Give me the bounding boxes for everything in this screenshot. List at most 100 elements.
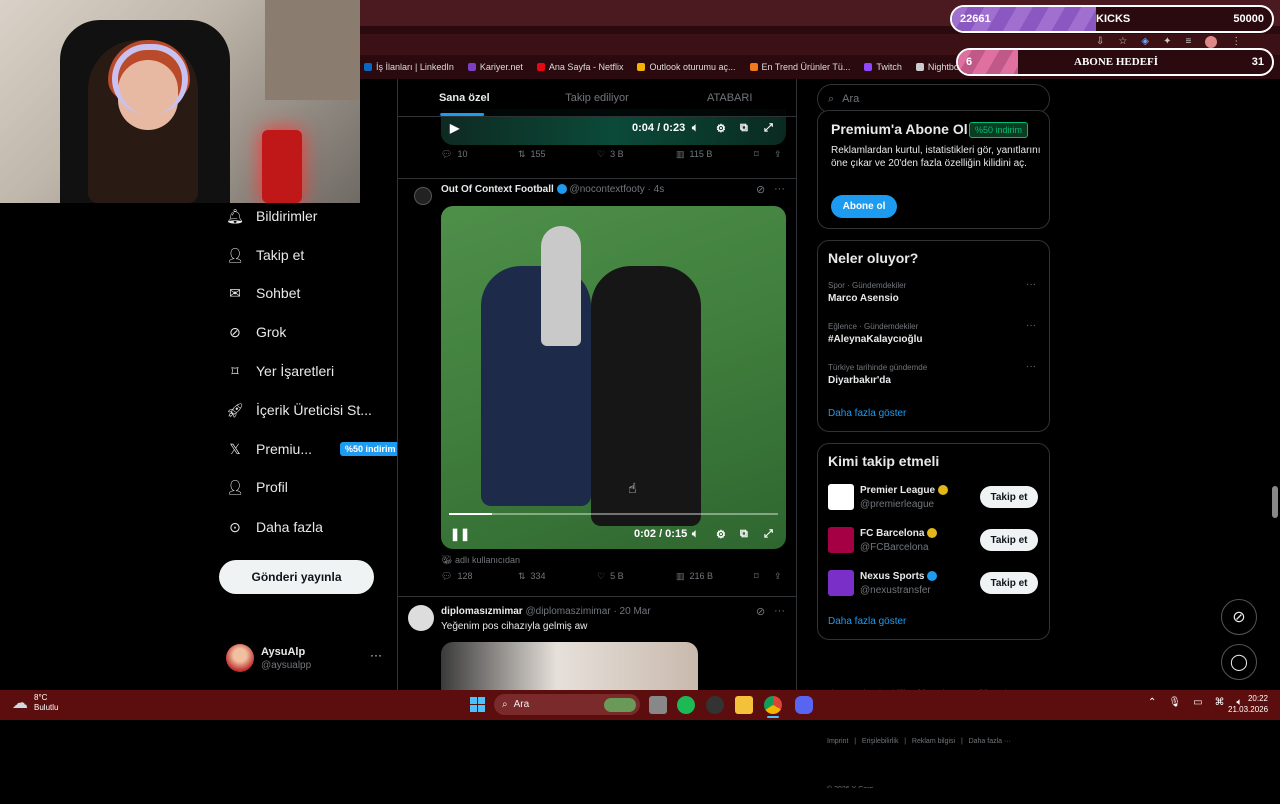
bookmark-item[interactable]: İş İlanları | LinkedIn	[364, 62, 454, 72]
settings-icon[interactable]: ⚙	[716, 122, 726, 135]
account-name[interactable]: Premier League	[860, 485, 935, 496]
settings-icon[interactable]: ⚙	[716, 528, 726, 541]
fullscreen-icon[interactable]: ⤢	[764, 528, 773, 541]
network-icon[interactable]: ⌘	[1215, 697, 1225, 708]
scrollbar-thumb[interactable]	[1272, 486, 1278, 518]
views-button[interactable]: ▥ 216 B	[676, 571, 713, 582]
repost-button[interactable]: ⇅ 155	[518, 149, 546, 160]
kebab-menu-icon[interactable]: ⋮	[1231, 36, 1241, 48]
tab-atabari[interactable]: ATABARI	[663, 79, 796, 116]
extension-icon[interactable]: ◈	[1141, 36, 1149, 48]
bookmark-item[interactable]: Ana Sayfa - Netflix	[536, 62, 623, 72]
messages-fab[interactable]: ◯	[1221, 644, 1257, 680]
sidebar-item-x-logo[interactable]: 𝕏 Premiu... %50 indirim	[226, 440, 401, 458]
bookmark-item[interactable]: Twitch	[864, 62, 902, 72]
trend-item[interactable]: Marco Asensio	[828, 293, 899, 304]
popout-icon[interactable]: ⧉	[740, 122, 748, 135]
more-dots-icon[interactable]: ···	[774, 605, 785, 617]
follow-button[interactable]: Takip et	[980, 486, 1038, 508]
bookmark-item[interactable]: Outlook oturumu aç...	[637, 62, 736, 72]
account-name[interactable]: Nexus Sports	[860, 571, 924, 582]
like-button[interactable]: ♡ 3 B	[597, 149, 624, 160]
avatar[interactable]	[828, 484, 854, 510]
more-dots-icon[interactable]: ···	[1026, 279, 1036, 290]
post-2-avatar[interactable]	[414, 187, 432, 205]
trends-show-more[interactable]: Daha fazla göster	[828, 408, 906, 419]
video-progress-track[interactable]	[449, 513, 778, 515]
footer-line-2[interactable]: Imprint | Erişilebilirlik | Reklam bilgi…	[827, 734, 1011, 750]
more-dots-icon[interactable]: ···	[1026, 361, 1036, 372]
subscribe-button[interactable]: Abone ol	[831, 195, 897, 218]
more-dots-icon[interactable]: ···	[774, 183, 785, 195]
grok-icon[interactable]: ⊘	[756, 183, 765, 196]
weather-widget[interactable]: ☁ 8°C Bulutlu	[12, 693, 58, 713]
obs-icon[interactable]	[706, 696, 724, 714]
like-button[interactable]: ♡ 5 B	[597, 571, 624, 582]
play-icon[interactable]: ▶	[450, 121, 459, 135]
start-icon[interactable]	[470, 697, 485, 712]
fullscreen-icon[interactable]: ⤢	[764, 122, 773, 135]
follow-button[interactable]: Takip et	[980, 529, 1038, 551]
sidebar-item-rocket[interactable]: 🚀︎ İçerik Üreticisi St...	[226, 401, 372, 419]
sidebar-item-person-plus[interactable]: 👤︎ Takip et	[226, 246, 304, 264]
task-view-icon[interactable]	[649, 696, 667, 714]
display-icon[interactable]: ▭	[1193, 697, 1202, 708]
discord-icon[interactable]	[795, 696, 813, 714]
sidebar-item-mail[interactable]: ✉ Sohbet	[226, 284, 300, 302]
sidebar-item-grok[interactable]: ⊘ Grok	[226, 323, 286, 341]
sidebar-item-person[interactable]: 👤︎ Profil	[226, 478, 288, 496]
volume-icon[interactable]: 🔈︎	[692, 528, 699, 541]
sidebar-item-bookmark[interactable]: ⌑ Yer İşaretleri	[226, 362, 334, 380]
follow-button[interactable]: Takip et	[980, 572, 1038, 594]
who-show-more[interactable]: Daha fazla göster	[828, 616, 906, 627]
post-3-author[interactable]: diplomasızmimar	[441, 606, 523, 617]
account-name[interactable]: FC Barcelona	[860, 528, 924, 539]
popout-icon[interactable]: ⧉	[740, 528, 748, 541]
chrome-icon[interactable]	[764, 696, 782, 714]
views-button[interactable]: ▥ 115 B	[676, 149, 712, 160]
bookmark-icon[interactable]: ⌑	[754, 571, 759, 582]
spotify-icon[interactable]	[677, 696, 695, 714]
sidebar-item-more-circle[interactable]: ⊙ Daha fazla	[226, 518, 323, 536]
post-button[interactable]: Gönderi yayınla	[219, 560, 374, 594]
post-3-handle[interactable]: @diplomaszimimar	[525, 606, 610, 617]
post-3-image[interactable]	[441, 642, 698, 690]
grok-fab[interactable]: ⊘	[1221, 599, 1257, 635]
taskbar-search[interactable]: ⌕ Ara	[494, 694, 640, 715]
microphone-icon[interactable]: 🎙︎	[1168, 697, 1181, 708]
trend-item[interactable]: #AleynaKalaycıoğlu	[828, 334, 922, 345]
bookmark-item[interactable]: En Trend Ürünler Tü...	[749, 62, 850, 72]
clock[interactable]: 20:22 21.03.2026	[1228, 693, 1268, 715]
puzzle-icon[interactable]: ✦	[1163, 36, 1171, 48]
bookmark-icon[interactable]: ⌑	[754, 149, 759, 160]
pause-icon[interactable]: ❚❚	[450, 527, 470, 541]
tab-following[interactable]: Takip ediliyor	[531, 79, 664, 116]
chevron-up-icon[interactable]: ⌃	[1148, 697, 1156, 708]
share-icon[interactable]: ⇪	[774, 571, 782, 582]
install-icon[interactable]: ⇩	[1096, 36, 1104, 48]
file-explorer-icon[interactable]	[735, 696, 753, 714]
grok-icon[interactable]: ⊘	[756, 605, 765, 618]
star-icon[interactable]: ☆	[1118, 36, 1127, 48]
tab-for-you[interactable]: Sana özel	[398, 79, 531, 116]
post-3-avatar[interactable]	[408, 605, 434, 631]
avatar[interactable]	[828, 570, 854, 596]
sidebar-item-bell[interactable]: 🔔︎ Bildirimler	[226, 207, 317, 225]
more-dots-icon[interactable]: ···	[370, 648, 382, 662]
playlist-icon[interactable]: ≡	[1185, 36, 1191, 48]
post-2-handle[interactable]: @nocontextfooty	[570, 184, 645, 195]
more-dots-icon[interactable]: ···	[1026, 320, 1036, 331]
avatar[interactable]	[828, 527, 854, 553]
profile-avatar-icon[interactable]	[1205, 36, 1218, 48]
trend-item[interactable]: Diyarbakır'da	[828, 375, 891, 386]
reply-button[interactable]: 💬︎ 10	[441, 149, 467, 160]
post-2-video[interactable]	[441, 206, 786, 549]
reply-button[interactable]: 💬︎ 128	[441, 571, 472, 582]
reply-count: 128	[457, 571, 473, 581]
repost-button[interactable]: ⇅ 334	[518, 571, 546, 582]
post-2-author[interactable]: Out Of Context Football	[441, 184, 554, 195]
bookmark-item[interactable]: Kariyer.net	[467, 62, 523, 72]
account-switcher[interactable]: AysuAlp @aysualpp ···	[226, 644, 386, 674]
share-icon[interactable]: ⇪	[774, 149, 782, 160]
volume-icon[interactable]: 🔈︎	[692, 122, 699, 135]
